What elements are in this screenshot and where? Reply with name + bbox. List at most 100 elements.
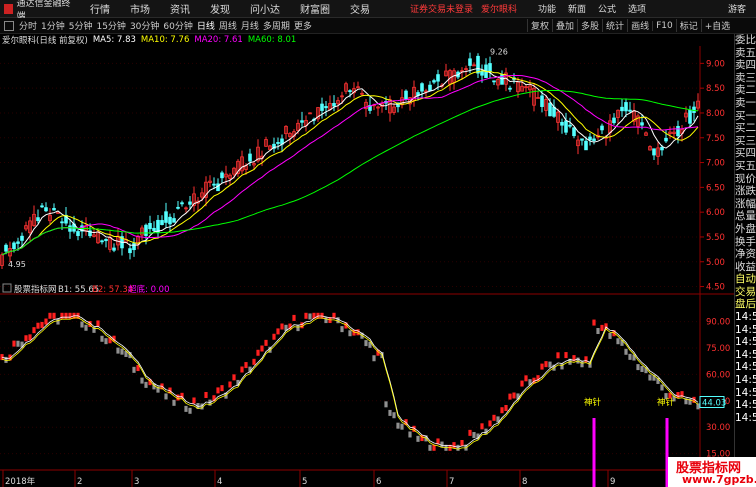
menu-options[interactable]: 选项	[622, 2, 652, 15]
indicator-bar	[400, 423, 404, 430]
guest-label[interactable]: 游客	[728, 2, 746, 15]
side-panel-label: 买四	[735, 147, 756, 160]
candle-body	[476, 55, 480, 74]
login-status[interactable]: 证券交易未登录 爱尔眼科	[410, 2, 517, 15]
indicator-bar	[468, 429, 472, 436]
period-multi[interactable]: 多周期	[261, 19, 292, 32]
indicator-bar	[240, 366, 244, 373]
side-panel-label: 外盘	[735, 222, 756, 235]
indicator-bar	[232, 374, 236, 381]
indicator-bar	[392, 412, 396, 419]
indicator-bar	[228, 381, 232, 388]
indicator-bar	[308, 313, 312, 320]
candle-body	[172, 218, 176, 223]
indicator-bar	[544, 361, 548, 368]
menu-ask[interactable]: 问小达	[240, 1, 290, 16]
indicator-bar	[348, 330, 352, 337]
candle-body	[160, 220, 164, 225]
login-status-text: 证券交易未登录	[410, 5, 474, 15]
candle-body	[404, 90, 408, 100]
candle-body	[128, 248, 132, 254]
mark-button[interactable]: 标记	[675, 19, 701, 32]
indicator-bar	[28, 334, 32, 341]
ma10-line	[1, 70, 699, 256]
panel-toggle-icon[interactable]	[4, 20, 14, 31]
indicator-bar	[388, 409, 392, 416]
side-panel-label: 净资	[735, 248, 756, 261]
date-axis-label: 5	[302, 477, 307, 487]
indicator-tick-label: 75.00	[706, 344, 730, 354]
indicator-bar	[520, 380, 524, 387]
indicator-bar	[216, 387, 220, 394]
period-weekly[interactable]: 周线	[217, 19, 239, 32]
indicator-bar	[176, 394, 180, 401]
quote-side-panel: 委比 卖五 卖四 卖三 卖二 卖一 买一 买二 买三 买四 买五 现价 涨跌 涨幅 总量 外盘 换手 净资 收益 自动…	[734, 34, 756, 487]
side-panel-label: 总量	[735, 210, 756, 223]
candle-body	[664, 137, 668, 142]
indicator-bar	[488, 420, 492, 427]
ma5-label: MA5: 7.83	[92, 35, 136, 45]
candle-body	[420, 83, 424, 92]
side-panel-label: 14:50	[735, 361, 756, 374]
menu-trade[interactable]: 交易	[340, 1, 380, 16]
f10-button[interactable]: F10	[652, 20, 676, 31]
period-5min[interactable]: 5分钟	[67, 19, 95, 32]
period-60min[interactable]: 60分钟	[161, 19, 194, 32]
candle-body	[188, 201, 192, 205]
indicator-bar	[628, 353, 632, 360]
period-intraday[interactable]: 分时	[17, 19, 39, 32]
menu-discover[interactable]: 发现	[200, 1, 240, 16]
overlay-button[interactable]: 叠加	[552, 19, 577, 32]
period-15min[interactable]: 15分钟	[94, 19, 127, 32]
candle-body	[584, 140, 588, 151]
candle-body	[652, 148, 656, 156]
candle-body	[480, 70, 484, 76]
candle-body	[676, 125, 680, 137]
signal-label: 神针	[584, 397, 602, 408]
candle-body	[112, 247, 116, 251]
period-monthly[interactable]: 月线	[239, 19, 261, 32]
restore-rights-button[interactable]: 复权	[527, 19, 552, 32]
indicator-bar	[648, 374, 652, 381]
indicator-bar	[592, 319, 596, 326]
candle-body	[4, 244, 8, 252]
indicator-bar	[96, 320, 100, 327]
side-panel-label: 14:50	[735, 386, 756, 399]
menu-function[interactable]: 功能	[532, 2, 562, 15]
date-axis-label: 8	[522, 477, 527, 487]
period-1min[interactable]: 1分钟	[39, 19, 67, 32]
period-30min[interactable]: 30分钟	[128, 19, 161, 32]
menu-new-page[interactable]: 新面	[562, 2, 592, 15]
multi-stock-button[interactable]: 多股	[577, 19, 602, 32]
indicator-bar	[16, 340, 20, 347]
date-axis-label: 2	[77, 477, 82, 487]
indicator-bar	[252, 358, 256, 365]
indicator-bar	[20, 341, 24, 348]
side-panel-label: 14:50	[735, 311, 756, 324]
menu-news[interactable]: 资讯	[160, 1, 200, 16]
period-daily[interactable]: 日线	[195, 19, 217, 32]
indicator-bar	[296, 325, 300, 332]
date-axis-label: 9	[610, 477, 615, 487]
date-axis-label: 7	[449, 477, 454, 487]
indicator-bar	[280, 323, 284, 330]
indicator-bar	[492, 414, 496, 421]
add-watchlist-button[interactable]: +自选	[700, 19, 734, 32]
menu-market[interactable]: 市场	[120, 1, 160, 16]
candle-body	[548, 102, 552, 117]
kline-chart[interactable]: 9.00 8.50 8.00 7.50 7.00 6.50 6.00 5.50 5.00 4.50…	[0, 46, 734, 487]
statistics-button[interactable]: 统计	[602, 19, 627, 32]
menu-wealth[interactable]: 财富圈	[290, 1, 340, 16]
indicator-bar	[608, 332, 612, 339]
menu-formula[interactable]: 公式	[592, 2, 622, 15]
indicator-b2: B2: 57.34	[92, 285, 133, 295]
indicator-bar	[220, 385, 224, 392]
draw-line-button[interactable]: 画线	[627, 19, 652, 32]
candle-body	[660, 146, 664, 151]
period-more[interactable]: 更多	[292, 19, 314, 32]
candle-body	[552, 106, 556, 117]
indicator-bar	[480, 423, 484, 430]
indicator-title: 股票指标网	[14, 284, 57, 295]
menu-quotes[interactable]: 行情	[80, 1, 120, 16]
candle-body	[348, 90, 352, 93]
